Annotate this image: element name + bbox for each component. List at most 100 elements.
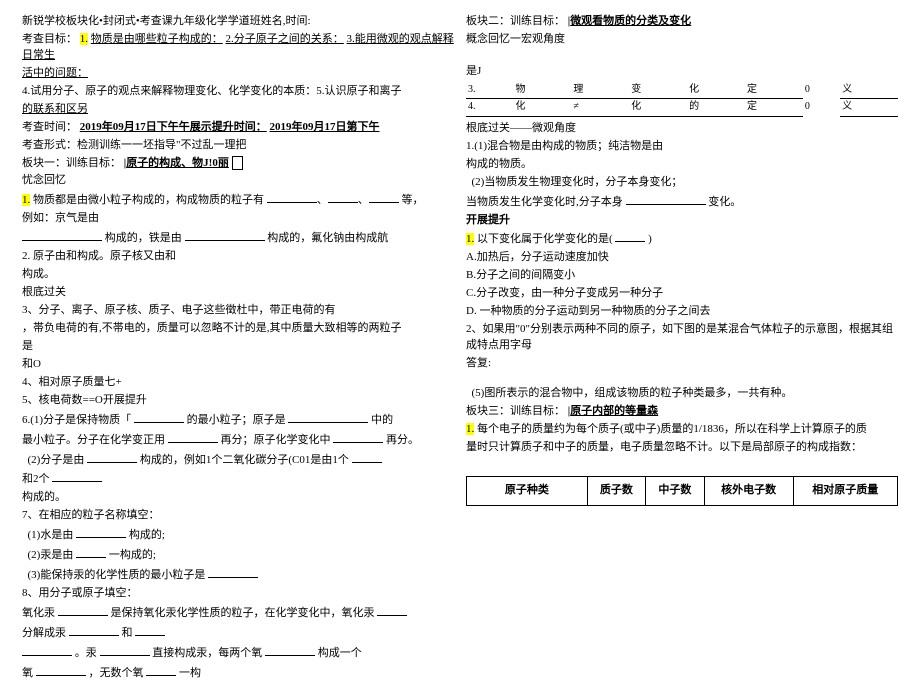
blank[interactable] [615, 230, 645, 242]
blank[interactable] [36, 664, 86, 676]
spacer [466, 374, 898, 384]
blank[interactable] [76, 546, 106, 558]
blank[interactable] [58, 604, 108, 616]
q6_2c: 和2个 [22, 473, 50, 485]
q8a: 氧化汞 [22, 607, 55, 619]
concept-recall-macro: 概念回忆一宏观角度 [466, 32, 898, 48]
q7_1b: 构成的; [129, 529, 165, 541]
blank[interactable] [626, 193, 706, 205]
blank[interactable] [377, 604, 407, 616]
r2c: 变化。 [708, 196, 741, 208]
r3-row: 1. 以下变化属于化学变化的是( ) [466, 230, 898, 248]
blank[interactable] [288, 411, 368, 423]
concept-recall: 忧念回忆 [22, 173, 454, 189]
c: 变 [629, 82, 687, 99]
exam-time-label: 考查时间： [22, 121, 77, 133]
q8-row1: 氧化汞 是保持氧化汞化学性质的粒子，在化学变化中，氧化汞 [22, 604, 454, 622]
blank[interactable] [135, 624, 165, 636]
q8e: 。汞 [75, 647, 97, 659]
c: 3. [466, 82, 514, 99]
q8-row4: 氧 ，无数个氧 一构 [22, 664, 454, 682]
blank[interactable] [352, 451, 382, 463]
target-1: 物质是由哪些粒子构成的： [91, 33, 223, 45]
target-4b: 的联系和区另 [22, 102, 454, 118]
q6_2b: 构成的，例如1个二氧化碳分子(C01是由1个 [140, 454, 349, 466]
opt-d: D. 一种物质的分子运动到另一种物质的分子之间去 [466, 304, 898, 320]
exam-target-label: 考查目标： [22, 33, 77, 45]
l1-deng: 等， [402, 194, 424, 206]
r4b: 答复: [466, 356, 898, 372]
q8b: 是保持氧化汞化学性质的粒子，在化学变化中，氧化汞 [111, 607, 375, 619]
q7-3-row: (3)能保持汞的化学性质的最小粒子是 [22, 566, 454, 584]
q6_2: (2)分子是由 [28, 454, 85, 466]
q6c: 中的 [371, 414, 393, 426]
exam-form: 考查形式：检测训练一一坯指导"不过乱一理把 [22, 138, 454, 154]
q3c: 是 [22, 339, 454, 355]
blank[interactable] [134, 411, 184, 423]
q8f: 直接构成汞，每两个氧 [152, 647, 262, 659]
date-1: 2019年09月17日下午午展示提升时间： [80, 121, 267, 133]
q8-row2: 分解成汞 和 [22, 624, 454, 642]
blank[interactable] [22, 644, 72, 656]
date-2: 2019年09月17日第下午 [270, 121, 380, 133]
opt-c: C.分子改变，由一种分子变成另一种分子 [466, 286, 898, 302]
q6: 6.(1)分子是保持物质「 [22, 414, 131, 426]
block2-row: 板块二：训练目标： |微观看物质的分类及变化 [466, 14, 898, 30]
q8h: 氧 [22, 667, 33, 679]
r3-num: 1. [466, 233, 474, 245]
block1-row: 板块一：训练目标： |原子的构成、物J!0丽 [22, 156, 454, 172]
r2b: 当物质发生化学变化时,分子本身 [466, 196, 623, 208]
extend-raise: 开展提升 [466, 213, 898, 229]
r1: 1.(1)混合物是由构成的物质；纯洁物是由 [466, 139, 898, 155]
c: 化 [687, 82, 745, 99]
blank[interactable] [52, 470, 102, 482]
c: 物 [514, 82, 572, 99]
q6f: 再分。 [386, 434, 419, 446]
blank[interactable] [146, 664, 176, 676]
r2b-row: 当物质发生化学变化时,分子本身 变化。 [466, 193, 898, 211]
blank[interactable] [100, 644, 150, 656]
c: 理 [571, 82, 629, 99]
blank[interactable] [267, 191, 317, 203]
r6-row: 1. 每个电子的质量约为每个质子(或中子)质量的1/1836，所以在科学上计算原… [466, 422, 898, 438]
c: 0 [803, 99, 840, 117]
target-2: 2.分子原子之间的关系： [226, 33, 344, 45]
q8i: ，无数个氧 [89, 667, 144, 679]
r1b: 构成的物质。 [466, 157, 898, 173]
exam-targets-row: 考查目标： 1. 物质是由哪些粒子构成的： 2.分子原子之间的关系： 3.能用微… [22, 32, 454, 64]
q6-row: 6.(1)分子是保持物质「 的最小粒子；原子是 中的 [22, 411, 454, 429]
blank[interactable] [185, 229, 265, 241]
q3d: 和O [22, 357, 454, 373]
r5: (5)图所表示的混合物中，组成该物质的粒子种类最多，一共有种。 [466, 386, 898, 402]
q7_1: (1)水是由 [28, 529, 74, 541]
blank[interactable] [208, 566, 258, 578]
target-4: 4.试用分子、原子的观点来解释物理变化、化学变化的本质：5.认识原子和离子 [22, 84, 454, 100]
foundation-pass: 根底过关 [22, 285, 454, 301]
q6-2-row: (2)分子是由 构成的，例如1个二氧化碳分子(C01是由1个 [22, 451, 454, 469]
c: 义 [840, 99, 898, 117]
l1-text: 物质都是由微小粒子构成的，构成物质的粒子有 [33, 194, 264, 206]
right-column: 板块二：训练目标： |微观看物质的分类及变化 概念回忆一宏观角度 是J 3. 物… [460, 14, 904, 637]
th-electron: 核外电子数 [704, 476, 793, 505]
q8: 8、用分子或原子填空： [22, 586, 454, 602]
c: 0 [803, 82, 840, 99]
blank[interactable] [69, 624, 119, 636]
q3b: ，帯负电荷的有,不帯电的，质量可以忽略不计的是,其中质量大致相等的两粒子 [22, 321, 454, 337]
blank[interactable] [328, 191, 358, 203]
q8g: 构成一个 [318, 647, 362, 659]
r3b: ) [648, 233, 652, 245]
blank[interactable] [22, 229, 102, 241]
th-relmass: 相对原子质量 [793, 476, 897, 505]
r6b: 量时只计算质子和中子的质量，电子质量忽略不计。以下是局部原子的构成指数： [466, 440, 898, 456]
blank[interactable] [369, 191, 399, 203]
blank[interactable] [333, 431, 383, 443]
l2: 2. 原子由和构成。原子核又由和 [22, 249, 454, 265]
blank[interactable] [76, 526, 126, 538]
c: 化 [629, 99, 687, 117]
q4: 4、相对原子质量七+ [22, 375, 454, 391]
blank[interactable] [87, 451, 137, 463]
q7_2b: 一构成的; [109, 549, 156, 561]
atom-table: 原子种类 质子数 中子数 核外电子数 相对原子质量 [466, 476, 898, 506]
blank[interactable] [265, 644, 315, 656]
blank[interactable] [168, 431, 218, 443]
